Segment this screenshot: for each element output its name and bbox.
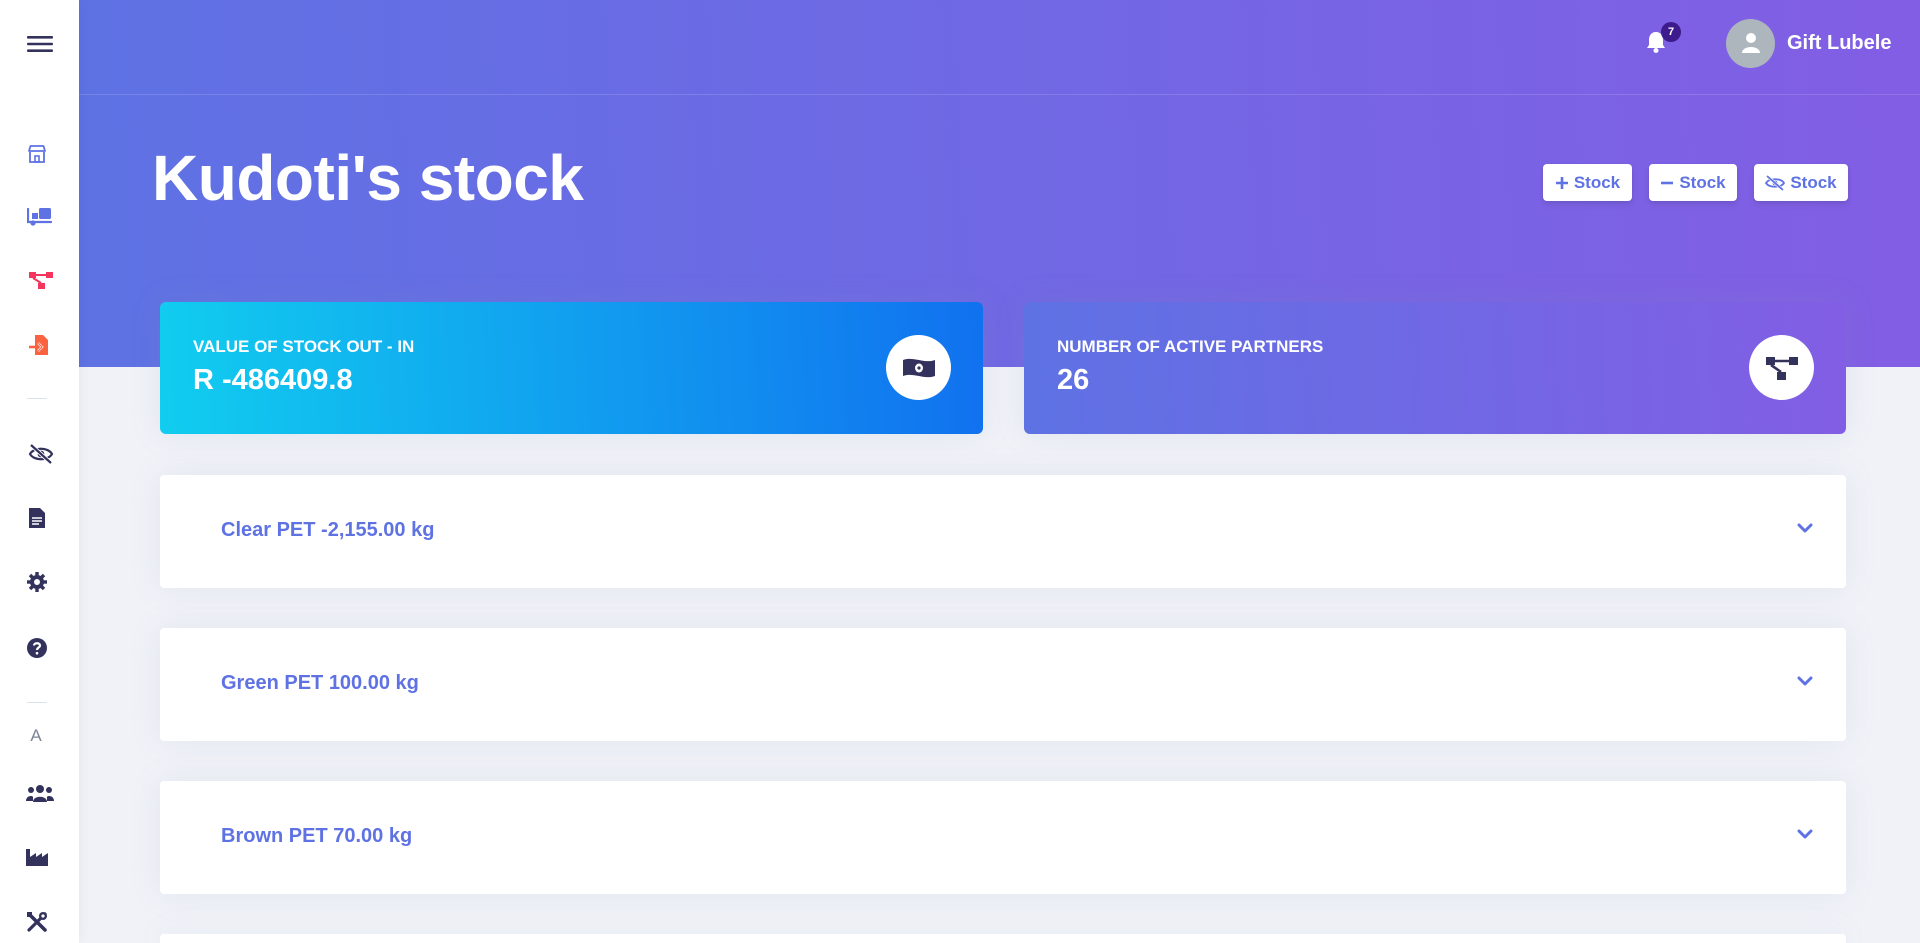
help-circle-icon [26,638,47,658]
add-stock-label: Stock [1573,172,1621,192]
sidebar-item-import[interactable] [0,325,78,365]
chevron-down-icon [1797,829,1813,839]
industry-icon [25,849,48,866]
stat-card-active-partners: Number of active partners 26 [1024,302,1846,434]
stat-card-stock-value: Value of stock out - in R -486409.8 [160,302,983,434]
sidebar-item-deliveries[interactable] [0,196,79,236]
stock-item-green-pet[interactable]: Green PET 100.00 kg [160,628,1846,741]
stock-item-label: Green PET 100.00 kg [221,672,419,694]
stat-icon-circle [1749,335,1814,400]
chevron-down-icon [1797,523,1813,533]
sidebar-item-help[interactable] [0,628,76,668]
menu-icon [26,36,53,52]
minus-icon [1661,181,1674,184]
add-stock-button[interactable]: Stock [1543,164,1632,201]
eye-slash-icon [28,443,53,465]
page-title: Kudoti's stock [152,142,584,214]
stock-item-clear-pet[interactable]: Clear PET -2,155.00 kg [160,475,1846,588]
file-import-icon [28,335,48,355]
stock-item-label: Clear PET -2,155.00 kg [221,519,435,541]
stock-item-label: Brown PET 70.00 kg [221,825,413,847]
stock-item[interactable] [160,934,1846,943]
sidebar-item-industry[interactable] [0,837,76,877]
truck-loading-icon [26,207,52,226]
chevron-down-icon [1797,676,1813,686]
sidebar-item-users[interactable] [0,773,79,813]
eye-slash-icon [1765,174,1786,191]
sidebar-section-letter: A [30,726,42,745]
user-name: Gift Lubele [1787,31,1892,54]
stat-icon-circle [886,335,951,400]
sidebar-item-hidden-stock[interactable] [1,434,80,474]
stock-item-brown-pet[interactable]: Brown PET 70.00 kg [160,781,1846,894]
sidebar-item-partners[interactable] [1,260,80,300]
user-menu[interactable]: Gift Lubele [1726,18,1891,68]
sidebar-item-tools[interactable] [0,902,76,942]
users-icon [25,785,54,802]
file-text-icon [28,508,45,528]
topbar-divider [79,94,1920,95]
sidebar-item-documents[interactable] [0,498,76,538]
sidebar-divider [27,398,47,399]
sidebar-item-settings[interactable] [0,562,76,602]
money-bill-icon [902,358,935,377]
network-icon [28,272,53,289]
stat-value: R -486409.8 [193,364,353,396]
stat-value: 26 [1057,364,1090,396]
sidebar: A [0,0,79,943]
gear-icon [26,572,47,592]
remove-stock-label: Stock [1679,172,1726,192]
hide-stock-button[interactable]: Stock [1754,164,1848,201]
sidebar-item-store[interactable] [0,134,76,174]
store-icon [27,145,46,163]
user-icon [1741,33,1760,53]
hide-stock-label: Stock [1790,172,1837,192]
tools-icon [26,912,47,932]
notification-count-badge: 7 [1661,22,1681,42]
plus-icon [1555,176,1568,189]
menu-toggle-button[interactable] [0,24,79,64]
network-icon [1765,356,1798,380]
remove-stock-button[interactable]: Stock [1649,164,1737,201]
stat-label: Value of stock out - in [193,337,415,356]
avatar [1726,18,1775,68]
stat-label: Number of active partners [1057,337,1324,356]
sidebar-divider [27,702,47,703]
